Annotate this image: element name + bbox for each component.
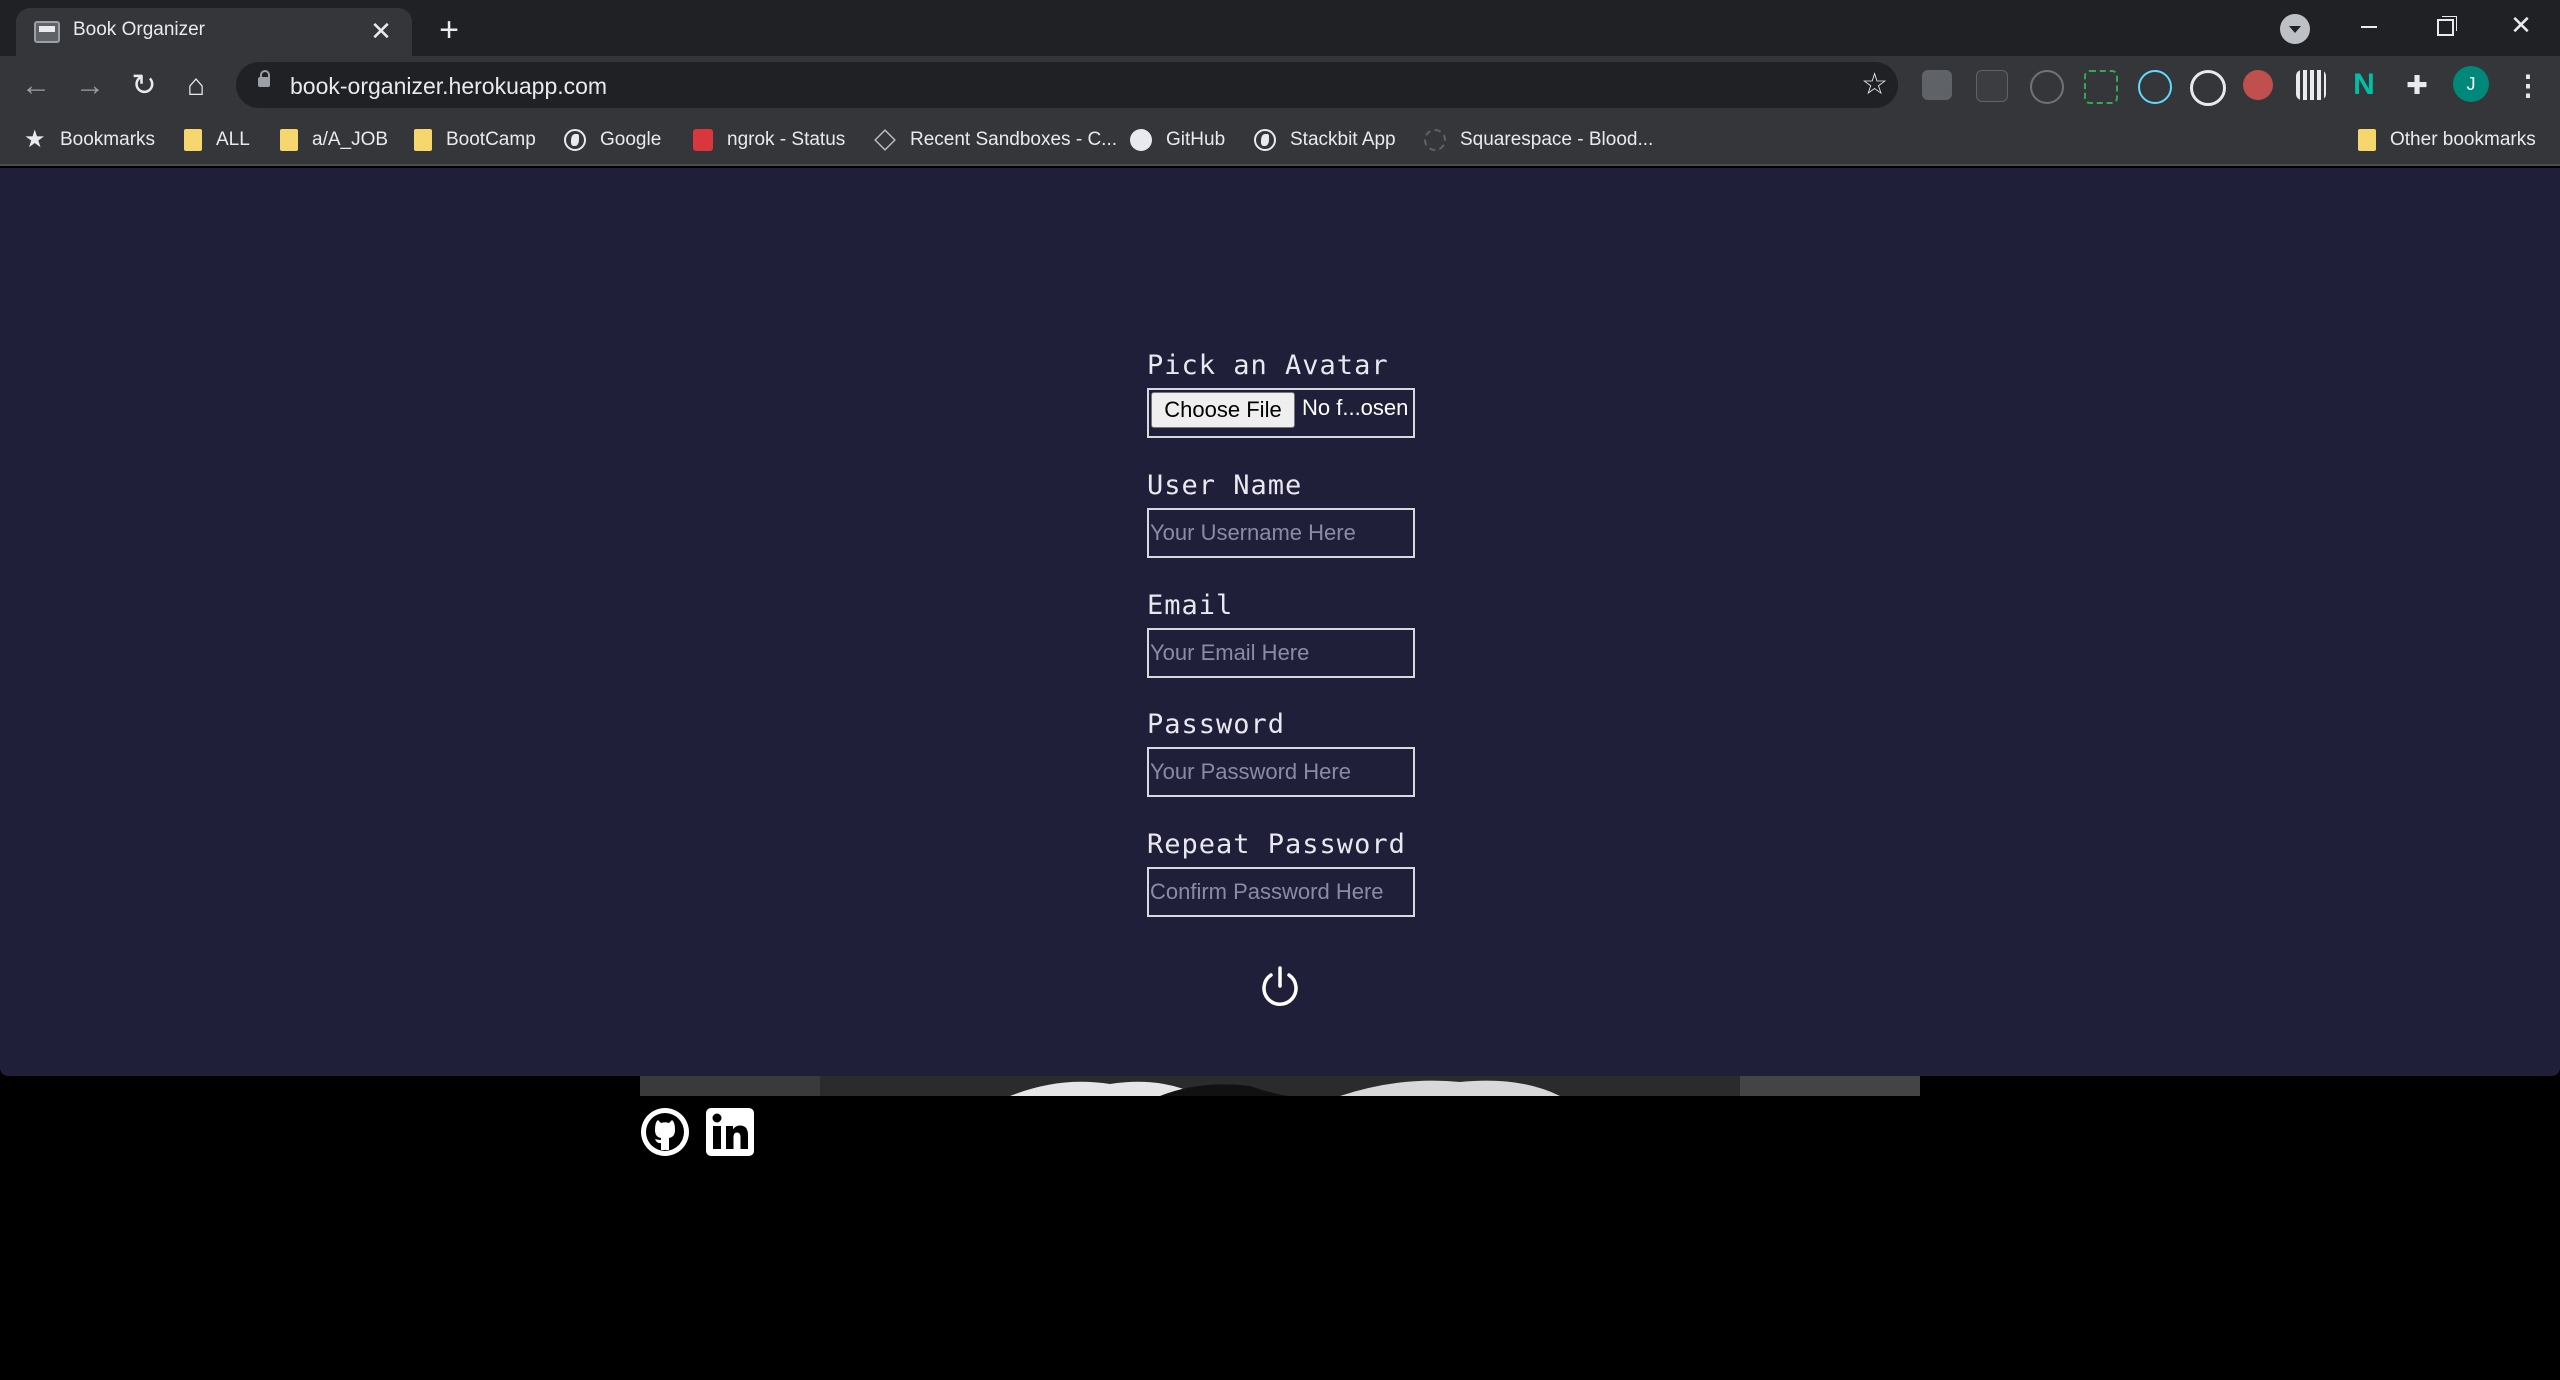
repeat-password-label: Repeat Password (1147, 829, 1406, 860)
tab-title: Book Organizer (73, 19, 206, 40)
bookmark-recent-sandboxes[interactable]: Recent Sandboxes - C... (874, 116, 1117, 164)
bookmark-label: Google (600, 129, 662, 150)
bookmark-label: ALL (216, 129, 250, 150)
back-arrow-icon[interactable]: ← (16, 66, 56, 106)
bookmark-label: BootCamp (446, 129, 536, 150)
repeat-password-input[interactable] (1147, 867, 1415, 917)
forward-arrow-icon[interactable]: → (70, 66, 110, 106)
extension-colorpick-icon[interactable] (2243, 70, 2273, 100)
address-bar[interactable]: book-organizer.herokuapp.com ☆ (236, 62, 1898, 108)
close-tab-icon[interactable]: ✕ (364, 14, 398, 48)
bookmark-google[interactable]: Google (564, 116, 661, 164)
ngrok-icon (693, 129, 713, 151)
avatar-file-input[interactable]: Choose File No f...osen (1147, 388, 1415, 438)
extension-screenshot-icon[interactable] (2084, 70, 2118, 104)
squarespace-icon (1424, 129, 1446, 151)
bookmark-label: ngrok - Status (727, 129, 846, 150)
bookmark-stackbit-app[interactable]: Stackbit App (1254, 116, 1396, 164)
reload-icon[interactable]: ↻ (124, 66, 164, 106)
bookmark-label: Other bookmarks (2390, 129, 2536, 150)
tab-book-organizer[interactable]: Book Organizer ✕ (16, 8, 412, 56)
extension-n-icon[interactable]: N (2349, 70, 2379, 100)
restore-window-button[interactable] (2408, 0, 2482, 50)
tab-search-icon[interactable] (2280, 14, 2310, 44)
bookmark-github[interactable]: GitHub (1130, 116, 1225, 164)
bookmark-folder-a-a-job[interactable]: a/A_JOB (280, 116, 388, 164)
username-input[interactable] (1147, 508, 1415, 558)
bookmark-label: Squarespace - Blood... (1460, 129, 1654, 150)
browser-toolbar: ← → ↻ ⌂ book-organizer.herokuapp.com ☆ N… (0, 56, 2560, 116)
lock-icon[interactable] (258, 70, 270, 87)
minimize-window-button[interactable] (2332, 0, 2406, 50)
avatar-label: Pick an Avatar (1147, 350, 1389, 381)
book-favicon-icon (34, 21, 60, 43)
github-icon (1130, 129, 1152, 151)
bookmark-folder-all[interactable]: ALL (184, 116, 250, 164)
extension-target-icon[interactable] (2190, 70, 2226, 106)
bookmark-label: Stackbit App (1290, 129, 1396, 150)
bookmark-squarespace[interactable]: Squarespace - Blood... (1424, 116, 1653, 164)
tab-strip: Book Organizer ✕ + ✕ (0, 0, 2560, 56)
choose-file-button[interactable]: Choose File (1151, 392, 1295, 428)
page-viewport: Pick an Avatar Choose File No f...osen U… (0, 168, 2560, 1380)
bookmark-folder-bootcamp[interactable]: BootCamp (414, 116, 536, 164)
kebab-menu-icon[interactable]: ⋮ (2510, 66, 2546, 106)
star-icon: ★ (24, 126, 46, 153)
background-image-strip (640, 1076, 1920, 1096)
bookmark-bookmarks[interactable]: ★ Bookmarks (24, 116, 155, 164)
globe-icon (564, 129, 586, 151)
file-status-text: No f...osen (1302, 395, 1409, 420)
password-label: Password (1147, 709, 1286, 740)
extension-json-icon[interactable] (1976, 70, 2008, 102)
folder-icon (184, 129, 202, 151)
profile-avatar[interactable]: J (2453, 66, 2489, 102)
bookmark-label: GitHub (1166, 129, 1226, 150)
globe-icon (1254, 129, 1276, 151)
react-devtools-icon[interactable] (2138, 70, 2172, 104)
power-icon[interactable] (1256, 963, 1304, 1011)
bookmark-label: a/A_JOB (312, 129, 389, 150)
bookmark-label: Recent Sandboxes - C... (910, 129, 1117, 150)
github-icon[interactable] (639, 1106, 691, 1158)
extensions-puzzle-icon[interactable]: ✚ (2402, 70, 2432, 100)
folder-icon (2358, 129, 2376, 151)
email-input[interactable] (1147, 628, 1415, 678)
linkedin-icon[interactable] (704, 1106, 756, 1158)
folder-icon (414, 129, 432, 151)
codesandbox-icon (874, 129, 896, 151)
bookmark-label: Bookmarks (60, 129, 156, 150)
new-tab-plus-icon[interactable]: + (428, 10, 470, 52)
extension-cast-icon[interactable] (1922, 70, 1952, 100)
username-label: User Name (1147, 470, 1303, 501)
signup-panel: Pick an Avatar Choose File No f...osen U… (0, 168, 2560, 1076)
bookmark-other-bookmarks[interactable]: Other bookmarks (2358, 116, 2536, 164)
bookmark-star-icon[interactable]: ☆ (1861, 66, 1888, 104)
bookmark-ngrok-status[interactable]: ngrok - Status (693, 116, 845, 164)
home-icon[interactable]: ⌂ (176, 66, 216, 106)
url-text[interactable]: book-organizer.herokuapp.com (290, 73, 607, 100)
extension-barcode-icon[interactable] (2296, 70, 2326, 100)
extension-recycle-icon[interactable] (2030, 70, 2064, 104)
close-window-button[interactable]: ✕ (2484, 0, 2558, 50)
email-label: Email (1147, 590, 1234, 621)
password-input[interactable] (1147, 747, 1415, 797)
bookmarks-bar: ★ Bookmarks ALL a/A_JOB BootCamp Google n… (0, 116, 2560, 166)
folder-icon (280, 129, 298, 151)
